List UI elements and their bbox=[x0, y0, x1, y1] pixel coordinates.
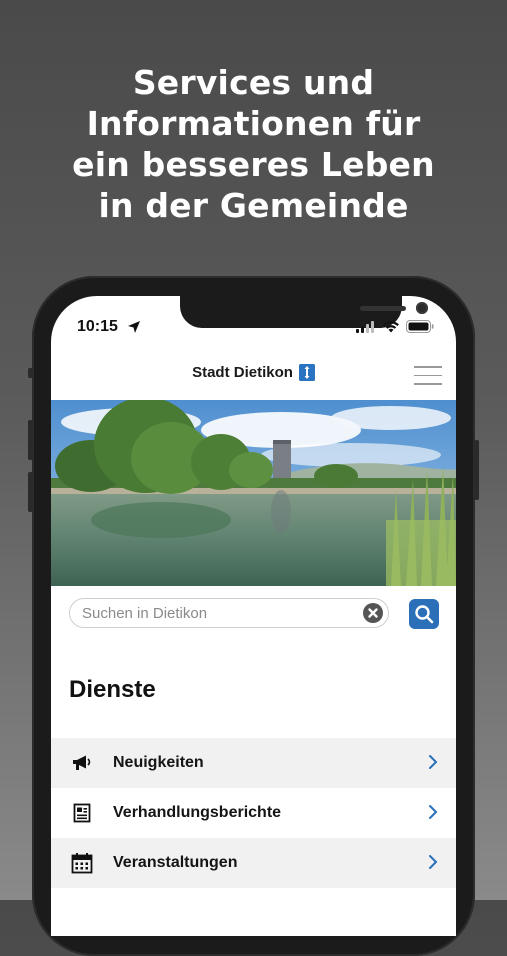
search-icon bbox=[415, 605, 434, 624]
status-time: 10:15 bbox=[77, 318, 118, 335]
phone-volume-down bbox=[28, 472, 33, 512]
speaker-grille bbox=[360, 306, 406, 311]
front-camera bbox=[416, 302, 428, 314]
headline-line-4: in der Gemeinde bbox=[98, 186, 409, 225]
dietikon-crest-icon bbox=[298, 364, 315, 381]
chevron-right-icon bbox=[429, 805, 438, 819]
phone-side-button bbox=[28, 368, 33, 378]
list-item-veranstaltungen[interactable]: Veranstaltungen bbox=[51, 838, 456, 888]
chevron-right-icon bbox=[429, 855, 438, 869]
status-indicators bbox=[356, 320, 434, 333]
list-item-label: Veranstaltungen bbox=[113, 854, 238, 871]
section-title-dienste: Dienste bbox=[69, 676, 156, 703]
app-header: Stadt Dietikon bbox=[51, 364, 456, 381]
signal-icon bbox=[356, 320, 374, 333]
search-button[interactable] bbox=[409, 599, 439, 629]
search-input[interactable] bbox=[69, 598, 389, 628]
calendar-icon bbox=[69, 851, 95, 875]
megaphone-icon bbox=[69, 751, 95, 775]
phone-power-button bbox=[474, 440, 479, 500]
list-item-neuigkeiten[interactable]: Neuigkeiten bbox=[51, 738, 456, 788]
chevron-right-icon bbox=[429, 755, 438, 769]
hero-image bbox=[51, 400, 456, 586]
services-list: Neuigkeiten Verhandlungsberichte Veranst… bbox=[51, 738, 456, 888]
list-item-label: Neuigkeiten bbox=[113, 754, 204, 771]
location-arrow-icon bbox=[128, 321, 140, 333]
promo-headline: Services und Informationen für ein besse… bbox=[0, 62, 507, 226]
clear-search-icon[interactable] bbox=[363, 603, 383, 623]
headline-line-2: Informationen für bbox=[86, 104, 421, 143]
app-title: Stadt Dietikon bbox=[192, 364, 293, 381]
headline-line-1: Services und bbox=[132, 63, 375, 102]
list-item-verhandlungsberichte[interactable]: Verhandlungsberichte bbox=[51, 788, 456, 838]
phone-volume-up bbox=[28, 420, 33, 460]
battery-icon bbox=[406, 320, 434, 333]
phone-screen: 10:15 Stadt Dietikon Suchen in Dietikon … bbox=[51, 296, 456, 936]
hamburger-menu-icon[interactable] bbox=[414, 366, 442, 386]
report-icon bbox=[69, 801, 95, 825]
headline-line-3: ein besseres Leben bbox=[72, 145, 435, 184]
wifi-icon bbox=[383, 321, 399, 333]
list-item-label: Verhandlungsberichte bbox=[113, 804, 282, 821]
search-bar bbox=[69, 598, 439, 630]
